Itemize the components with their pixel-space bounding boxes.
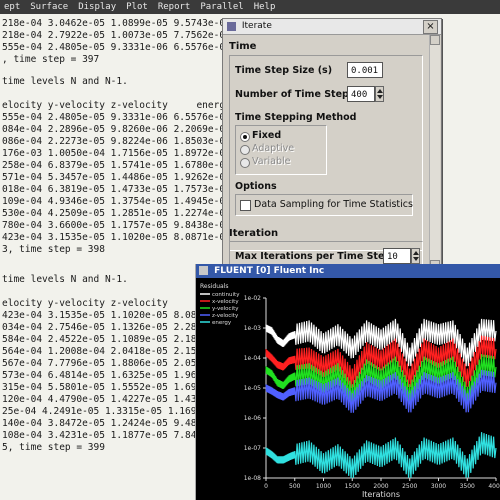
menu-item[interactable]: Plot	[126, 2, 148, 12]
iterate-title: Iterate	[241, 21, 272, 31]
console-line: 571e-04 5.3457e-05 1.4486e-05 1.9262e-07	[2, 172, 231, 183]
max-iterations-label: Max Iterations per Time Step	[235, 251, 392, 262]
x-tick-label: 1500	[345, 483, 360, 490]
time-section-heading: Time	[229, 41, 257, 52]
window-icon	[227, 22, 236, 31]
max-iterations-input[interactable]: 10	[383, 248, 411, 264]
num-time-steps-spinner[interactable]	[375, 86, 384, 102]
y-tick-label: 1e-07	[244, 445, 261, 452]
max-iterations-spinner[interactable]	[411, 248, 420, 264]
console-line: 109e-04 4.9346e-05 1.3754e-05 1.4945e-07	[2, 196, 231, 207]
data-sampling-label: Data Sampling for Time Statistics	[254, 199, 413, 210]
fluent-title: FLUENT [0] Fluent Inc	[214, 266, 325, 276]
menu-item[interactable]: Parallel	[200, 2, 243, 12]
data-sampling-checkbox[interactable]	[240, 200, 251, 211]
num-time-steps-label: Number of Time Steps	[235, 89, 355, 100]
console-line: 084e-04 2.2896e-05 9.8260e-06 2.2069e-07	[2, 124, 231, 135]
time-step-size-label: Time Step Size (s)	[235, 65, 333, 76]
menu-item[interactable]: Help	[254, 2, 276, 12]
y-tick-label: 1e-04	[244, 355, 261, 362]
legend-title: Residuals	[200, 283, 228, 290]
scroll-up-arrow-icon[interactable]	[430, 35, 440, 45]
legend-entry: energy	[212, 320, 232, 326]
console-line: 258e-04 6.8379e-05 1.5741e-05 1.6780e-07	[2, 160, 231, 171]
x-tick-label: 4000	[488, 483, 500, 490]
menu-item[interactable]: Display	[78, 2, 116, 12]
variable-radio[interactable]	[240, 158, 250, 168]
adaptive-label: Adaptive	[252, 143, 295, 154]
console-line: 086e-04 2.2273e-05 9.8224e-06 1.8503e-07	[2, 136, 231, 147]
menu-item[interactable]: ept	[4, 2, 20, 12]
menu-item[interactable]: Report	[158, 2, 191, 12]
console-line: 780e-04 3.6600e-05 1.1757e-05 9.8438e-08	[2, 220, 231, 231]
y-tick-label: 1e-03	[244, 325, 261, 332]
console-line: 423e-04 3.1535e-05 1.1020e-05 8.0871e-08	[2, 232, 231, 243]
time-stepping-method-label: Time Stepping Method	[235, 112, 357, 123]
x-tick-label: 0	[264, 483, 268, 490]
fluent-window-icon	[199, 266, 208, 275]
console-line: 176e-03 1.0050e-04 1.7156e-05 1.8972e-07	[2, 148, 231, 159]
legend-entry: continuity	[212, 292, 240, 298]
console-line: 555e-04 2.4805e-05 9.3331e-06 6.5576e-08	[2, 112, 231, 123]
fluent-graphics-window: FLUENT [0] Fluent Inc 1e-02 1e-03 1e-04 1e-…	[195, 264, 500, 500]
x-axis-label: Iterations	[362, 490, 400, 499]
y-tick-label: 1e-05	[244, 385, 261, 392]
x-tick-label: 2500	[402, 483, 417, 490]
console-line: , time step = 397	[2, 54, 100, 65]
y-tick-label: 1e-08	[244, 475, 261, 482]
console-line: 218e-04 3.0462e-05 1.0899e-05 9.5743e-08	[2, 18, 231, 29]
options-label: Options	[235, 181, 277, 192]
legend-entry: z-velocity	[212, 313, 239, 319]
time-step-size-input[interactable]: 0.001	[347, 62, 383, 78]
variable-label: Variable	[252, 156, 291, 167]
console-line: time levels N and N-1.	[2, 76, 128, 87]
fluent-titlebar: FLUENT [0] Fluent Inc	[196, 264, 500, 278]
adaptive-radio[interactable]	[240, 145, 250, 155]
dialog-scrollbar[interactable]	[429, 35, 440, 270]
iterate-dialog: Iterate × Time Time Step Size (s) 0.001 …	[222, 18, 442, 272]
x-tick-label: 3000	[431, 483, 446, 490]
console-line: elocity y-velocity z-velocity energy	[2, 100, 231, 111]
legend-entry: x-velocity	[212, 299, 239, 305]
console-line: 530e-04 4.2509e-05 1.2851e-05 1.2274e-07	[2, 208, 231, 219]
console-line: 018e-04 6.3819e-05 1.4733e-05 1.7573e-07	[2, 184, 231, 195]
fixed-radio[interactable]	[240, 132, 250, 142]
console-line: 3, time step = 398	[2, 244, 105, 255]
x-tick-label: 2000	[373, 483, 388, 490]
y-tick-label: 1e-06	[244, 415, 261, 422]
console-menubar: ept Surface Display Plot Report Parallel Help	[0, 0, 500, 14]
iteration-section-heading: Iteration	[229, 228, 279, 239]
x-tick-label: 500	[289, 483, 301, 490]
console-line: 555e-04 2.4805e-05 9.3331e-06 6.5576e-08	[2, 42, 231, 53]
console-line: 218e-04 2.7922e-05 1.0073e-05 7.7562e-08	[2, 30, 231, 41]
iterate-titlebar: Iterate ×	[223, 19, 441, 35]
fixed-label: Fixed	[252, 130, 282, 141]
y-tick-label: 1e-02	[244, 295, 261, 302]
x-tick-label: 3500	[460, 483, 475, 490]
series-line-energy	[265, 432, 497, 479]
legend-entry: y-velocity	[212, 306, 239, 312]
residuals-chart: 1e-02 1e-03 1e-04 1e-05 1e-06 1e-07 1e-080 500 1…	[200, 283, 500, 499]
num-time-steps-input[interactable]: 400	[347, 86, 375, 102]
menu-item[interactable]: Surface	[30, 2, 68, 12]
x-tick-label: 1000	[316, 483, 331, 490]
close-button[interactable]: ×	[423, 20, 438, 34]
